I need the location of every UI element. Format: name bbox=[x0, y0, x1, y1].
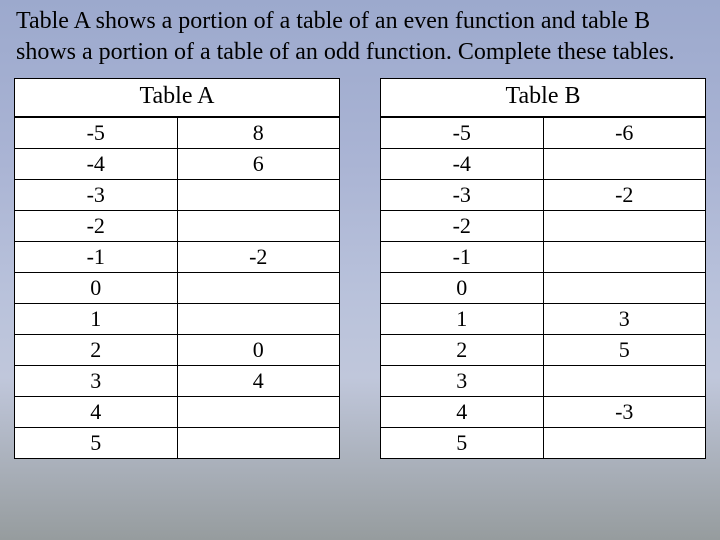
table-b-x: -3 bbox=[381, 180, 543, 211]
table-b-y bbox=[543, 242, 705, 273]
table-a-x: -4 bbox=[15, 149, 177, 180]
table-a-x: -3 bbox=[15, 180, 177, 211]
table-row: -3 bbox=[15, 180, 339, 211]
table-row: 3 4 bbox=[15, 366, 339, 397]
table-a-x: -5 bbox=[15, 118, 177, 149]
table-a-y bbox=[177, 273, 339, 304]
table-row: 4 bbox=[15, 397, 339, 428]
table-a-y: 6 bbox=[177, 149, 339, 180]
table-row: -2 bbox=[381, 211, 705, 242]
tables-region: Table A -5 8 -4 6 -3 -2 bbox=[0, 78, 720, 459]
table-b-x: -1 bbox=[381, 242, 543, 273]
table-b-x: -5 bbox=[381, 118, 543, 149]
table-b-x: 0 bbox=[381, 273, 543, 304]
table-row: 2 5 bbox=[381, 335, 705, 366]
table-row: -2 bbox=[15, 211, 339, 242]
table-a-y bbox=[177, 304, 339, 335]
table-row: -4 6 bbox=[15, 149, 339, 180]
table-a-y: -2 bbox=[177, 242, 339, 273]
table-b-x: 4 bbox=[381, 397, 543, 428]
table-a-title: Table A bbox=[15, 79, 339, 117]
table-b-y: -3 bbox=[543, 397, 705, 428]
table-row: -3 -2 bbox=[381, 180, 705, 211]
table-a-x: -1 bbox=[15, 242, 177, 273]
table-b-y bbox=[543, 428, 705, 459]
table-row: 1 bbox=[15, 304, 339, 335]
table-a-y bbox=[177, 397, 339, 428]
table-row: 5 bbox=[15, 428, 339, 459]
table-a-x: 1 bbox=[15, 304, 177, 335]
problem-statement: Table A shows a portion of a table of an… bbox=[0, 0, 720, 78]
table-a: Table A -5 8 -4 6 -3 -2 bbox=[14, 78, 340, 459]
table-a-y bbox=[177, 180, 339, 211]
table-row: -5 -6 bbox=[381, 118, 705, 149]
table-a-x: 5 bbox=[15, 428, 177, 459]
table-row: -1 -2 bbox=[15, 242, 339, 273]
table-row: 3 bbox=[381, 366, 705, 397]
table-row: 5 bbox=[381, 428, 705, 459]
table-b-y bbox=[543, 273, 705, 304]
table-a-y bbox=[177, 211, 339, 242]
table-a-grid: -5 8 -4 6 -3 -2 -1 -2 bbox=[15, 117, 339, 458]
table-b-x: -4 bbox=[381, 149, 543, 180]
table-b-y bbox=[543, 149, 705, 180]
table-row: 0 bbox=[15, 273, 339, 304]
table-row: -5 8 bbox=[15, 118, 339, 149]
table-a-x: 3 bbox=[15, 366, 177, 397]
table-b-x: 2 bbox=[381, 335, 543, 366]
table-a-y: 4 bbox=[177, 366, 339, 397]
table-b-x: 3 bbox=[381, 366, 543, 397]
table-a-y: 0 bbox=[177, 335, 339, 366]
table-b-x: 5 bbox=[381, 428, 543, 459]
table-b-y: 5 bbox=[543, 335, 705, 366]
table-b-y: -2 bbox=[543, 180, 705, 211]
table-b-y bbox=[543, 211, 705, 242]
table-row: -1 bbox=[381, 242, 705, 273]
table-b-y: 3 bbox=[543, 304, 705, 335]
table-a-x: 0 bbox=[15, 273, 177, 304]
table-b-x: 1 bbox=[381, 304, 543, 335]
table-b-grid: -5 -6 -4 -3 -2 -2 -1 bbox=[381, 117, 705, 458]
table-row: 1 3 bbox=[381, 304, 705, 335]
table-row: 4 -3 bbox=[381, 397, 705, 428]
table-b: Table B -5 -6 -4 -3 -2 -2 bbox=[380, 78, 706, 459]
table-a-y bbox=[177, 428, 339, 459]
table-row: 0 bbox=[381, 273, 705, 304]
table-b-y: -6 bbox=[543, 118, 705, 149]
table-a-y: 8 bbox=[177, 118, 339, 149]
table-b-y bbox=[543, 366, 705, 397]
table-b-title: Table B bbox=[381, 79, 705, 117]
table-a-x: 2 bbox=[15, 335, 177, 366]
table-row: -4 bbox=[381, 149, 705, 180]
table-b-x: -2 bbox=[381, 211, 543, 242]
table-a-x: -2 bbox=[15, 211, 177, 242]
table-a-x: 4 bbox=[15, 397, 177, 428]
table-row: 2 0 bbox=[15, 335, 339, 366]
